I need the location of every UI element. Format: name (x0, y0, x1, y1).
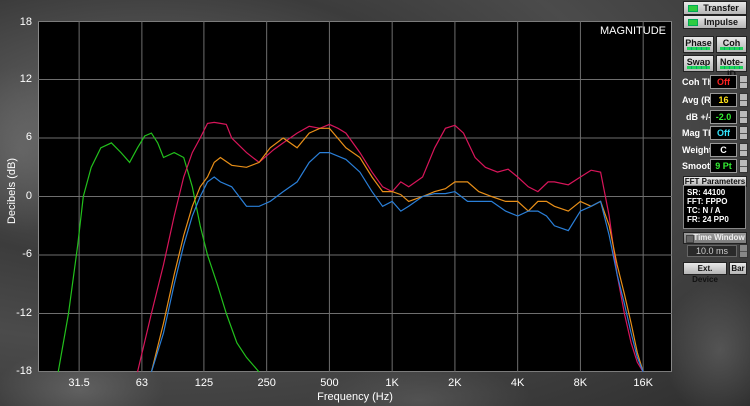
x-tick-label: 16K (633, 377, 653, 389)
ext-device-button[interactable]: Ext. Device (683, 262, 727, 284)
y-tick-label: -12 (16, 306, 32, 319)
coh-th-value[interactable]: Off (710, 75, 737, 89)
impulse-button[interactable]: Impulse (683, 15, 747, 29)
db-spinner-icon[interactable] (739, 110, 748, 124)
swap-button[interactable]: Swap (683, 55, 714, 72)
mag-th-value[interactable]: Off (710, 126, 737, 140)
phase-led-icon (687, 47, 710, 50)
fft-sr: SR: 44100 (687, 188, 726, 197)
time-window-spinner-icon (739, 244, 748, 258)
series-line-orange (150, 127, 644, 372)
coh-th-spinner-icon[interactable] (739, 75, 748, 89)
x-tick-label: 250 (257, 377, 276, 389)
avg-label: Avg (R) (682, 95, 714, 105)
smooth-spinner-icon[interactable] (739, 159, 748, 173)
y-tick-label: 12 (19, 72, 32, 85)
x-tick-label: 63 (135, 377, 148, 389)
smooth-value[interactable]: 9 Pt (710, 159, 737, 173)
bar-label: Bar (731, 264, 745, 273)
time-window-label: Time Window (693, 233, 745, 242)
time-window-led-icon (686, 235, 694, 243)
transfer-led-icon (688, 5, 698, 12)
view-label: MAGNITUDE (600, 25, 666, 37)
note-id-button[interactable]: Note-ID (716, 55, 747, 79)
db-value[interactable]: -2.0 (710, 110, 737, 124)
avg-value[interactable]: 16 (710, 93, 737, 107)
y-tick-label: 6 (25, 131, 32, 143)
phase-button[interactable]: Phase (683, 36, 714, 53)
coh-led-icon (720, 47, 743, 50)
mag-th-spinner-icon[interactable] (739, 126, 748, 140)
ext-device-label: Ext. Device (692, 264, 718, 284)
coh-th-label: Coh Th (682, 77, 713, 87)
weight-label: Weight (682, 145, 712, 155)
mag-th-label: Mag Th (682, 128, 714, 138)
x-tick-label: 8K (573, 377, 588, 389)
plot-canvas[interactable] (38, 21, 672, 372)
x-tick-label: 2K (448, 377, 462, 389)
x-tick-label: 1K (385, 377, 399, 389)
series-line-green (57, 132, 260, 372)
y-tick-label: -18 (16, 365, 32, 377)
bar-button[interactable]: Bar (729, 262, 747, 275)
series-line-magenta (136, 121, 644, 372)
impulse-led-icon (688, 19, 698, 26)
note-id-led-icon (720, 66, 743, 69)
x-tick-label: 4K (510, 377, 525, 389)
coh-button[interactable]: Coh (716, 36, 747, 53)
fft-type: FFT: FPPO (687, 197, 728, 206)
y-tick-label: 18 (19, 16, 32, 28)
time-window-button[interactable]: Time Window (683, 232, 747, 244)
x-axis-title: Frequency (Hz) (317, 391, 393, 403)
fft-tc: TC: N / A (687, 206, 721, 215)
y-axis-title: Decibels (dB) (6, 157, 18, 225)
x-tick-label: 125 (194, 377, 214, 389)
transfer-label: Transfer (703, 3, 739, 13)
weight-value[interactable]: C (710, 143, 737, 157)
impulse-label: Impulse (703, 17, 738, 27)
swap-led-icon (687, 66, 710, 69)
weight-spinner-icon[interactable] (739, 143, 748, 157)
db-label: dB +/- (686, 112, 712, 122)
time-window-value: 10.0 ms (687, 245, 737, 257)
avg-spinner-icon[interactable] (739, 93, 748, 107)
x-tick-label: 500 (320, 377, 339, 389)
y-tick-label: -6 (22, 248, 32, 260)
fft-info-panel: SR: 44100 FFT: FPPO TC: N / A FR: 24 PP0 (683, 185, 746, 229)
fft-fr: FR: 24 PP0 (687, 215, 729, 224)
transfer-button[interactable]: Transfer (683, 1, 747, 15)
x-tick-label: 31.5 (68, 377, 90, 389)
